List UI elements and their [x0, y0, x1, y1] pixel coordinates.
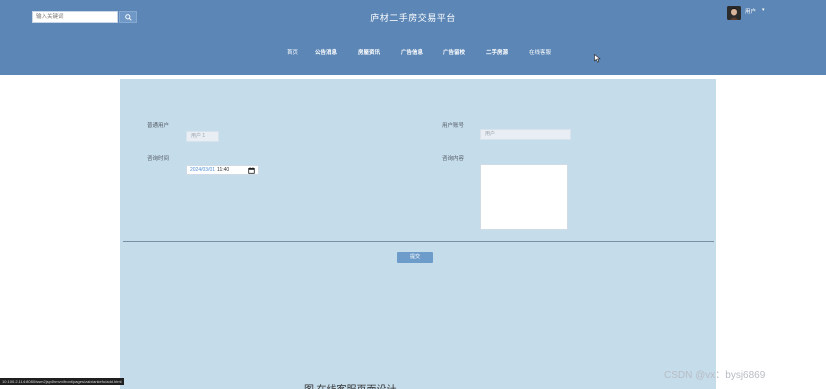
main-nav: 首页 公告消息 房屋资讯 广告信息 广告留校 二手房源 在线客服: [0, 48, 826, 62]
time-value: 11:40: [217, 167, 230, 173]
watermark: CSDN @vx：bysj6869: [664, 370, 766, 381]
user-menu[interactable]: 用户 ▾: [727, 6, 765, 20]
site-title: 庐材二手房交易平台: [370, 13, 456, 23]
account-field[interactable]: 用户: [480, 129, 571, 140]
chevron-down-icon[interactable]: ▾: [762, 7, 765, 13]
time-label: 咨询时间: [147, 156, 170, 162]
nav-item-announcements[interactable]: 公告消息: [315, 48, 337, 56]
nav-item-ad-info[interactable]: 广告信息: [401, 48, 423, 56]
user-label: 普通用户: [147, 123, 170, 129]
datetime-input[interactable]: 2024/03/01 11:40: [186, 165, 259, 175]
nav-item-online-service[interactable]: 在线客服: [529, 48, 551, 56]
user-field[interactable]: 用户 1: [186, 131, 219, 142]
content-textarea[interactable]: [480, 164, 568, 230]
avatar[interactable]: [727, 6, 741, 20]
submit-button[interactable]: 提交: [397, 252, 433, 263]
figure-caption: 图 在线客服页面设计: [304, 381, 397, 389]
calendar-icon[interactable]: [248, 166, 255, 174]
account-label: 用户账号: [442, 123, 465, 129]
header: 庐材二手房交易平台 用户 ▾ 首页 公告消息 房屋资讯 广告信息 广告留校 二手…: [0, 0, 826, 75]
nav-item-house-news[interactable]: 房屋资讯: [358, 48, 380, 56]
nav-item-ad-message[interactable]: 广告留校: [443, 48, 465, 56]
user-name[interactable]: 用户: [745, 7, 756, 15]
divider: [123, 241, 714, 242]
nav-item-second-hand-houses[interactable]: 二手房源: [486, 48, 508, 56]
mouse-cursor-icon: [594, 54, 601, 63]
form-panel: [120, 79, 716, 389]
date-value: 2024/03/01: [190, 167, 216, 173]
status-bar-url: 10.100.2.114:8080/ssm2jsp4hmvn/front/pag…: [0, 378, 124, 385]
nav-item-home[interactable]: 首页: [287, 48, 298, 56]
content-label: 咨询内容: [442, 156, 465, 162]
page: 庐材二手房交易平台 用户 ▾ 首页 公告消息 房屋资讯 广告信息 广告留校 二手…: [0, 0, 826, 389]
